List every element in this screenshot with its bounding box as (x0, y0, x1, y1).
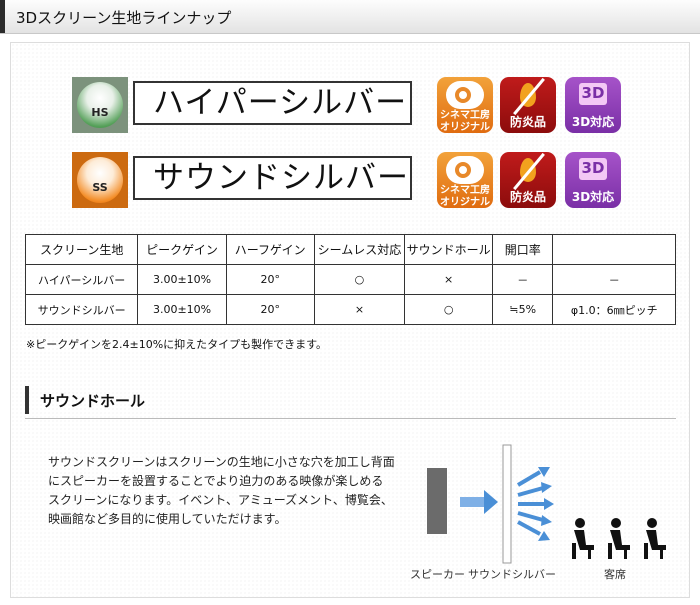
hs-badge-circle (77, 82, 123, 128)
table-cell: 3.00±10% (137, 264, 227, 295)
fireproof-icon: 防炎品 (500, 77, 556, 133)
3d-icon-label: 3D対応 (571, 115, 615, 129)
spec-note: ※ピークゲインを2.4±10%に抑えたタイプも製作できます。 (26, 338, 328, 351)
description-line: 映画館など多目的に使用していただけます。 (48, 512, 287, 526)
speaker-label: スピーカー (410, 568, 465, 581)
page-title: 3Dスクリーン生地ラインナップ (16, 9, 232, 27)
product-name-hyper-silver: ハイパーシルバー (133, 81, 412, 125)
section-heading-mark (25, 386, 29, 414)
page-header: 3Dスクリーン生地ラインナップ (0, 0, 700, 34)
section-title: サウンドホール (40, 392, 146, 410)
header-accent-bar (0, 0, 5, 33)
product-name-sound-silver: サウンドシルバー (133, 156, 412, 200)
table-cell: ○ (313, 264, 406, 295)
table-cell: 3.00±10% (137, 294, 227, 325)
3d-icon: 3D対応 (565, 152, 621, 208)
table-row: ハイパーシルバー 3.00±10% 20° ○ × － － (24, 264, 676, 295)
table-cell: ≒5% (491, 294, 554, 325)
screen-label: サウンドシルバー (468, 568, 556, 581)
co-logo-icon (446, 156, 484, 184)
table-row: サウンドシルバー 3.00±10% 20° × ○ ≒5% φ1.0：6㎜ピッチ (24, 294, 676, 325)
co-logo-icon (446, 81, 484, 109)
table-header-cell: ピークゲイン (137, 234, 227, 265)
description-line: サウンドスクリーンはスクリーンの生地に小さな穴を加工し背面 (48, 455, 395, 469)
cinema-icon-label: シネマ工房 オリジナル (440, 110, 490, 133)
ss-badge: SS (72, 152, 128, 208)
speaker-icon (427, 468, 447, 534)
table-header-cell (552, 234, 676, 265)
3d-icon: 3D対応 (565, 77, 621, 133)
table-cell: 20° (225, 294, 315, 325)
fireproof-icon: 防炎品 (500, 152, 556, 208)
table-cell: － (552, 264, 676, 295)
hs-badge: HS (72, 77, 128, 133)
ss-badge-code: SS (92, 181, 108, 194)
spec-table: スクリーン生地 ピークゲイン ハーフゲイン シームレス対応 サウンドホール 開口… (24, 234, 676, 325)
table-cell: × (404, 264, 493, 295)
section-heading: サウンドホール (25, 384, 676, 419)
sound-arrow-icon (460, 490, 498, 514)
description-line: にスピーカーを設置することでより迫力のある映像が楽しめる (48, 474, 384, 488)
table-header-cell: シームレス対応 (313, 234, 406, 265)
table-header-cell: スクリーン生地 (24, 234, 139, 265)
table-cell: － (491, 264, 554, 295)
3d-icon-label: 3D対応 (571, 190, 615, 204)
audience-icon (572, 518, 666, 559)
table-cell: ○ (404, 294, 493, 325)
ss-badge-circle (77, 157, 123, 203)
cinema-koubou-icon: シネマ工房 オリジナル (437, 152, 493, 208)
fireproof-icon-label: 防炎品 (509, 115, 546, 129)
hs-badge-code: HS (91, 106, 109, 119)
section-description: サウンドスクリーンはスクリーンの生地に小さな穴を加工し背面 にスピーカーを設置す… (48, 453, 408, 529)
cinema-koubou-icon: シネマ工房 オリジナル (437, 77, 493, 133)
description-line: スクリーンになります。イベント、アミューズメント、博覧会、 (48, 493, 393, 507)
table-header-cell: ハーフゲイン (225, 234, 315, 265)
screen-icon (502, 444, 512, 564)
sound-wave-arrows-icon (516, 470, 545, 536)
audience-label: 客席 (604, 568, 626, 581)
table-cell: ハイパーシルバー (24, 264, 139, 295)
sound-hole-diagram: スピーカー サウンドシルバー 客席 (400, 440, 690, 590)
cinema-icon-label: シネマ工房 オリジナル (440, 185, 490, 208)
3d-cube-icon (579, 83, 607, 105)
table-cell: φ1.0：6㎜ピッチ (552, 294, 676, 325)
table-header-cell: 開口率 (491, 234, 554, 265)
table-cell: × (313, 294, 406, 325)
table-header-row: スクリーン生地 ピークゲイン ハーフゲイン シームレス対応 サウンドホール 開口… (24, 234, 676, 265)
3d-cube-icon (579, 158, 607, 180)
table-cell: サウンドシルバー (24, 294, 139, 325)
table-cell: 20° (225, 264, 315, 295)
table-header-cell: サウンドホール (404, 234, 493, 265)
fireproof-icon-label: 防炎品 (509, 190, 546, 204)
